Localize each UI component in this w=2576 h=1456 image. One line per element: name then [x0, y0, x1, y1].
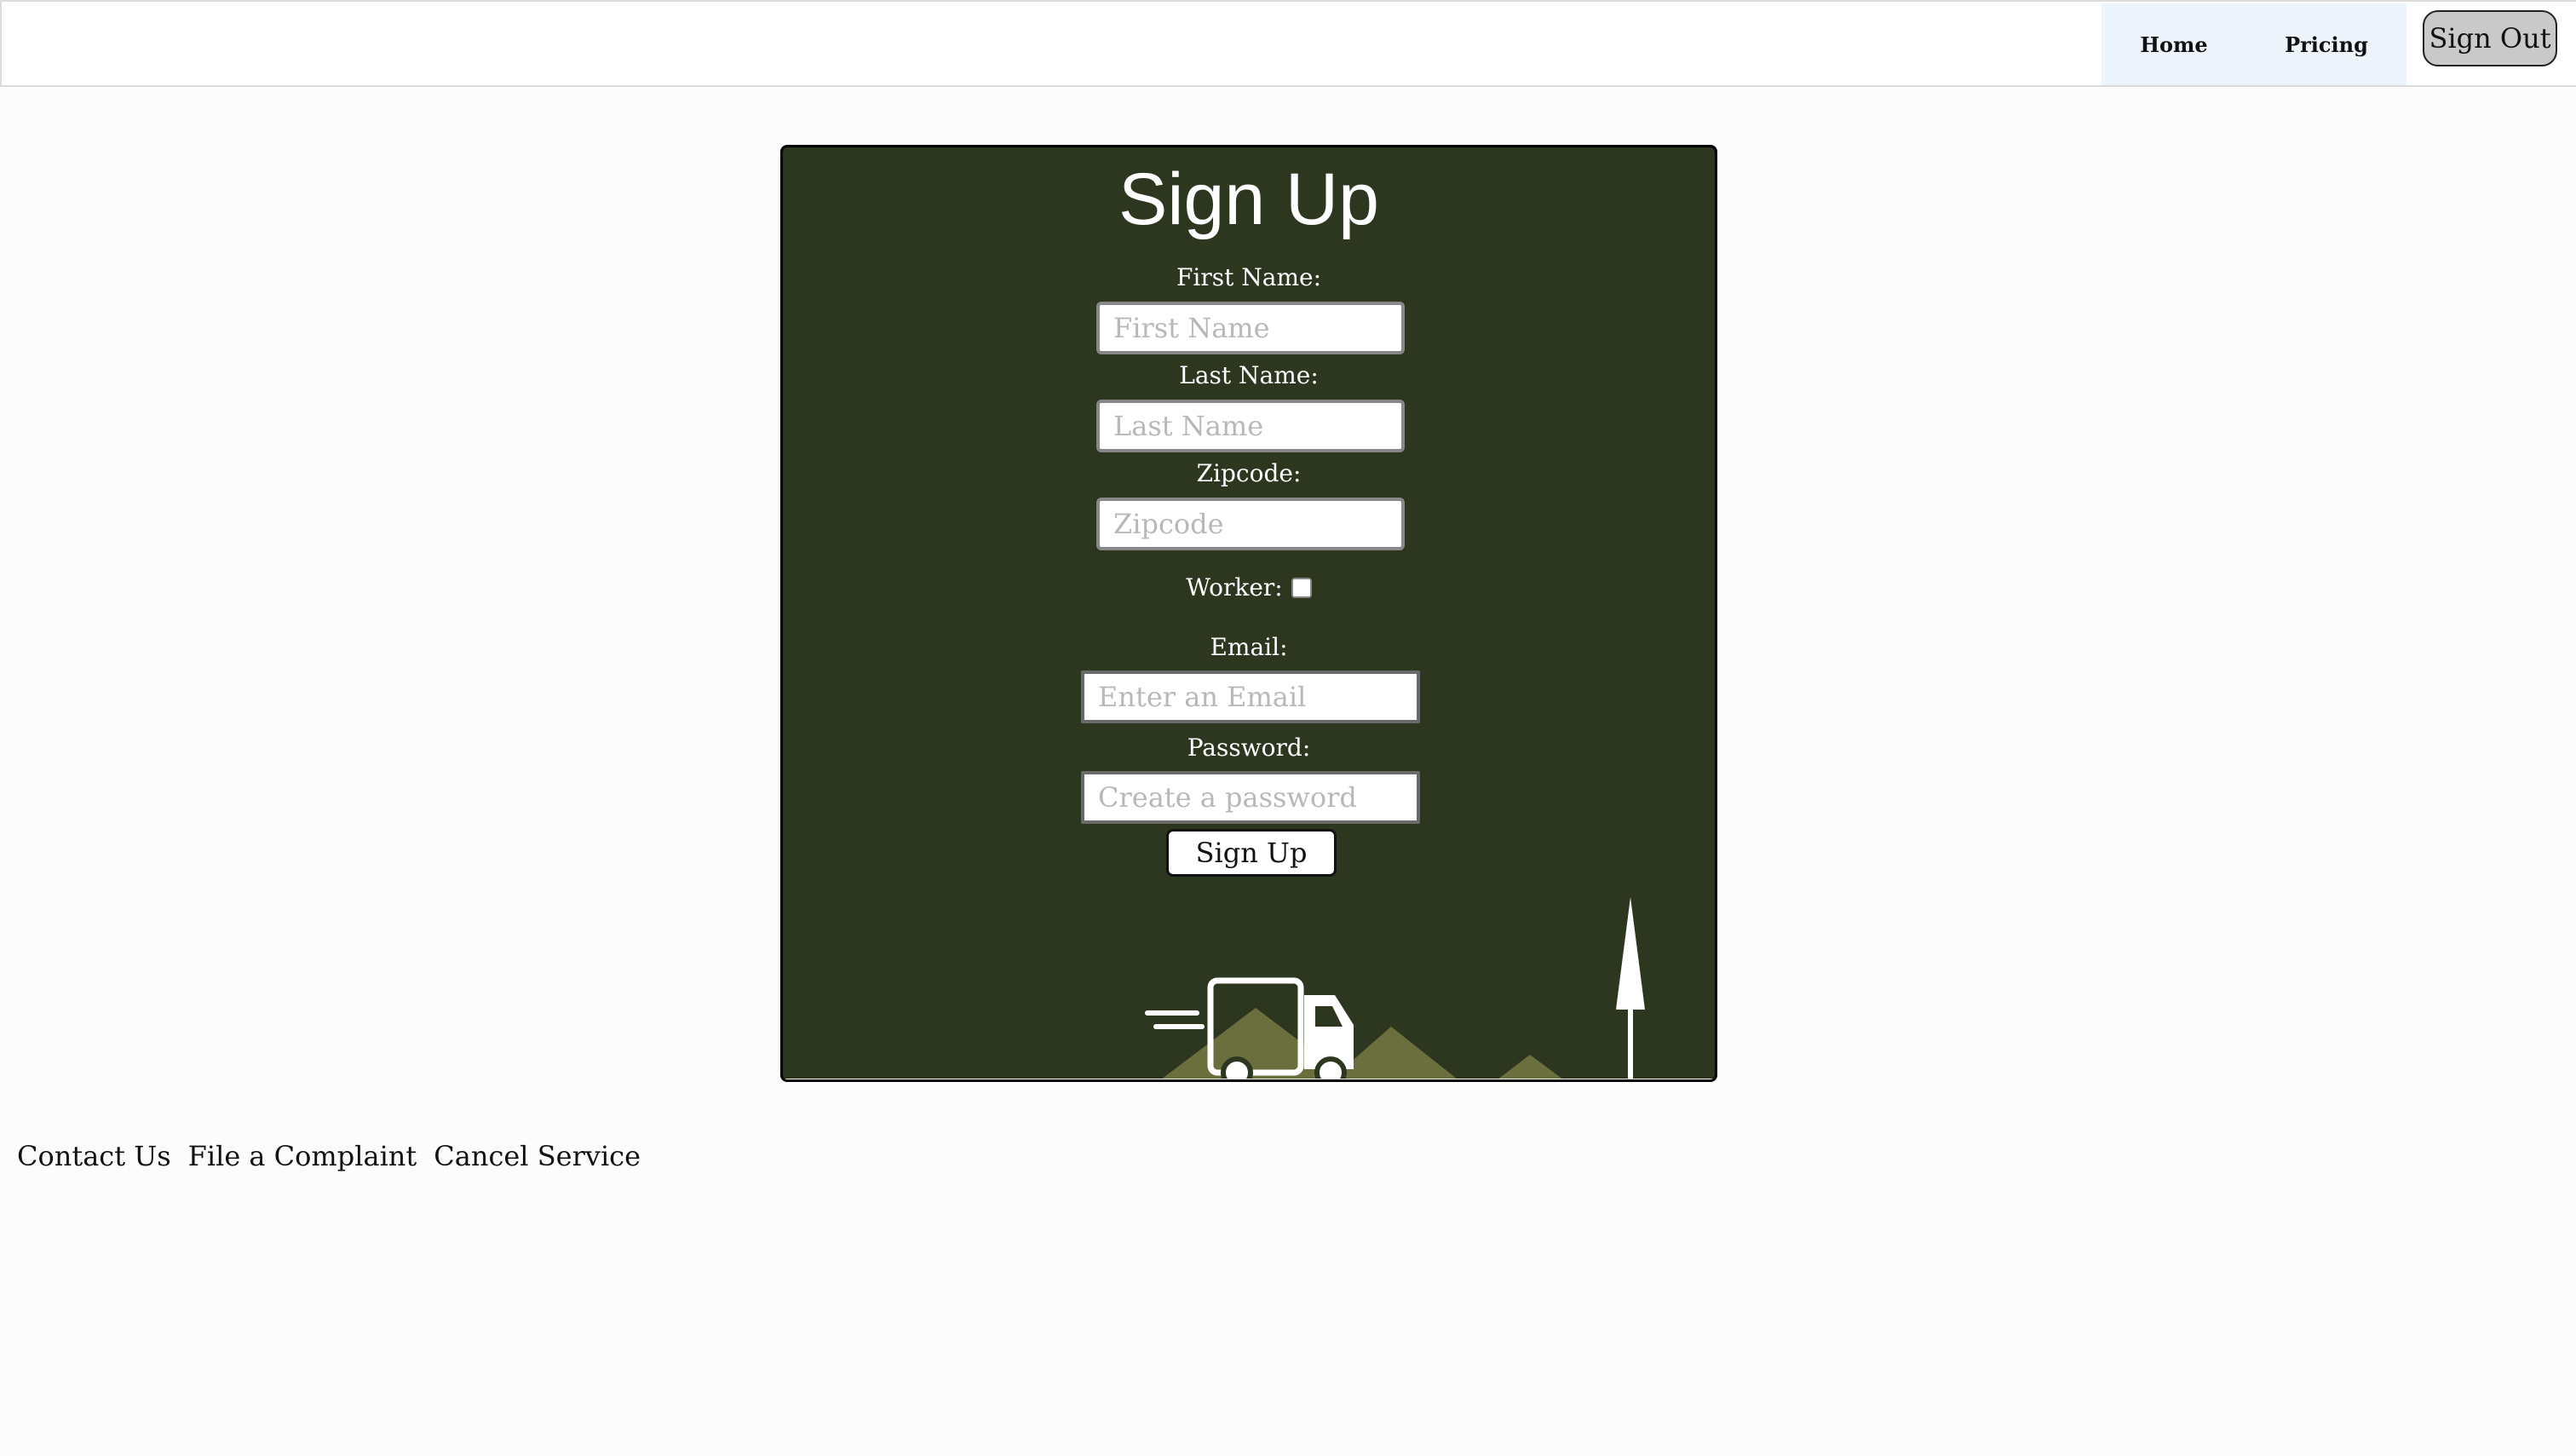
password-input[interactable] — [1081, 771, 1420, 824]
last-name-input[interactable] — [1096, 400, 1405, 452]
cancel-service-link[interactable]: Cancel Service — [434, 1140, 641, 1172]
main-nav: Home Pricing — [2102, 3, 2406, 85]
password-label: Password: — [1187, 734, 1311, 762]
sign-out-button[interactable]: Sign Out — [2423, 10, 2557, 66]
page-title: Sign Up — [1118, 158, 1379, 240]
first-name-label: First Name: — [1176, 263, 1322, 291]
nav-pricing-link[interactable]: Pricing — [2246, 3, 2406, 85]
worker-row: Worker: — [783, 573, 1715, 601]
worker-label: Worker: — [1186, 573, 1283, 601]
tree-icon — [1616, 897, 1645, 1079]
footer-links: Contact Us File a Complaint Cancel Servi… — [17, 1140, 641, 1172]
signup-card: Sign Up First Name: Last Name: Zipcode: … — [780, 145, 1717, 1082]
file-complaint-link[interactable]: File a Complaint — [188, 1140, 417, 1172]
delivery-illustration — [783, 897, 1715, 1079]
nav-home-link[interactable]: Home — [2102, 3, 2246, 85]
contact-us-link[interactable]: Contact Us — [17, 1140, 171, 1172]
email-label: Email: — [1210, 633, 1288, 661]
worker-checkbox[interactable] — [1291, 577, 1312, 598]
email-input[interactable] — [1081, 670, 1420, 723]
sign-up-button[interactable]: Sign Up — [1166, 829, 1337, 877]
first-name-input[interactable] — [1096, 302, 1405, 354]
zipcode-input[interactable] — [1096, 498, 1405, 550]
zipcode-label: Zipcode: — [1196, 459, 1302, 487]
top-navbar: Home Pricing Sign Out — [0, 0, 2576, 87]
last-name-label: Last Name: — [1179, 361, 1319, 389]
